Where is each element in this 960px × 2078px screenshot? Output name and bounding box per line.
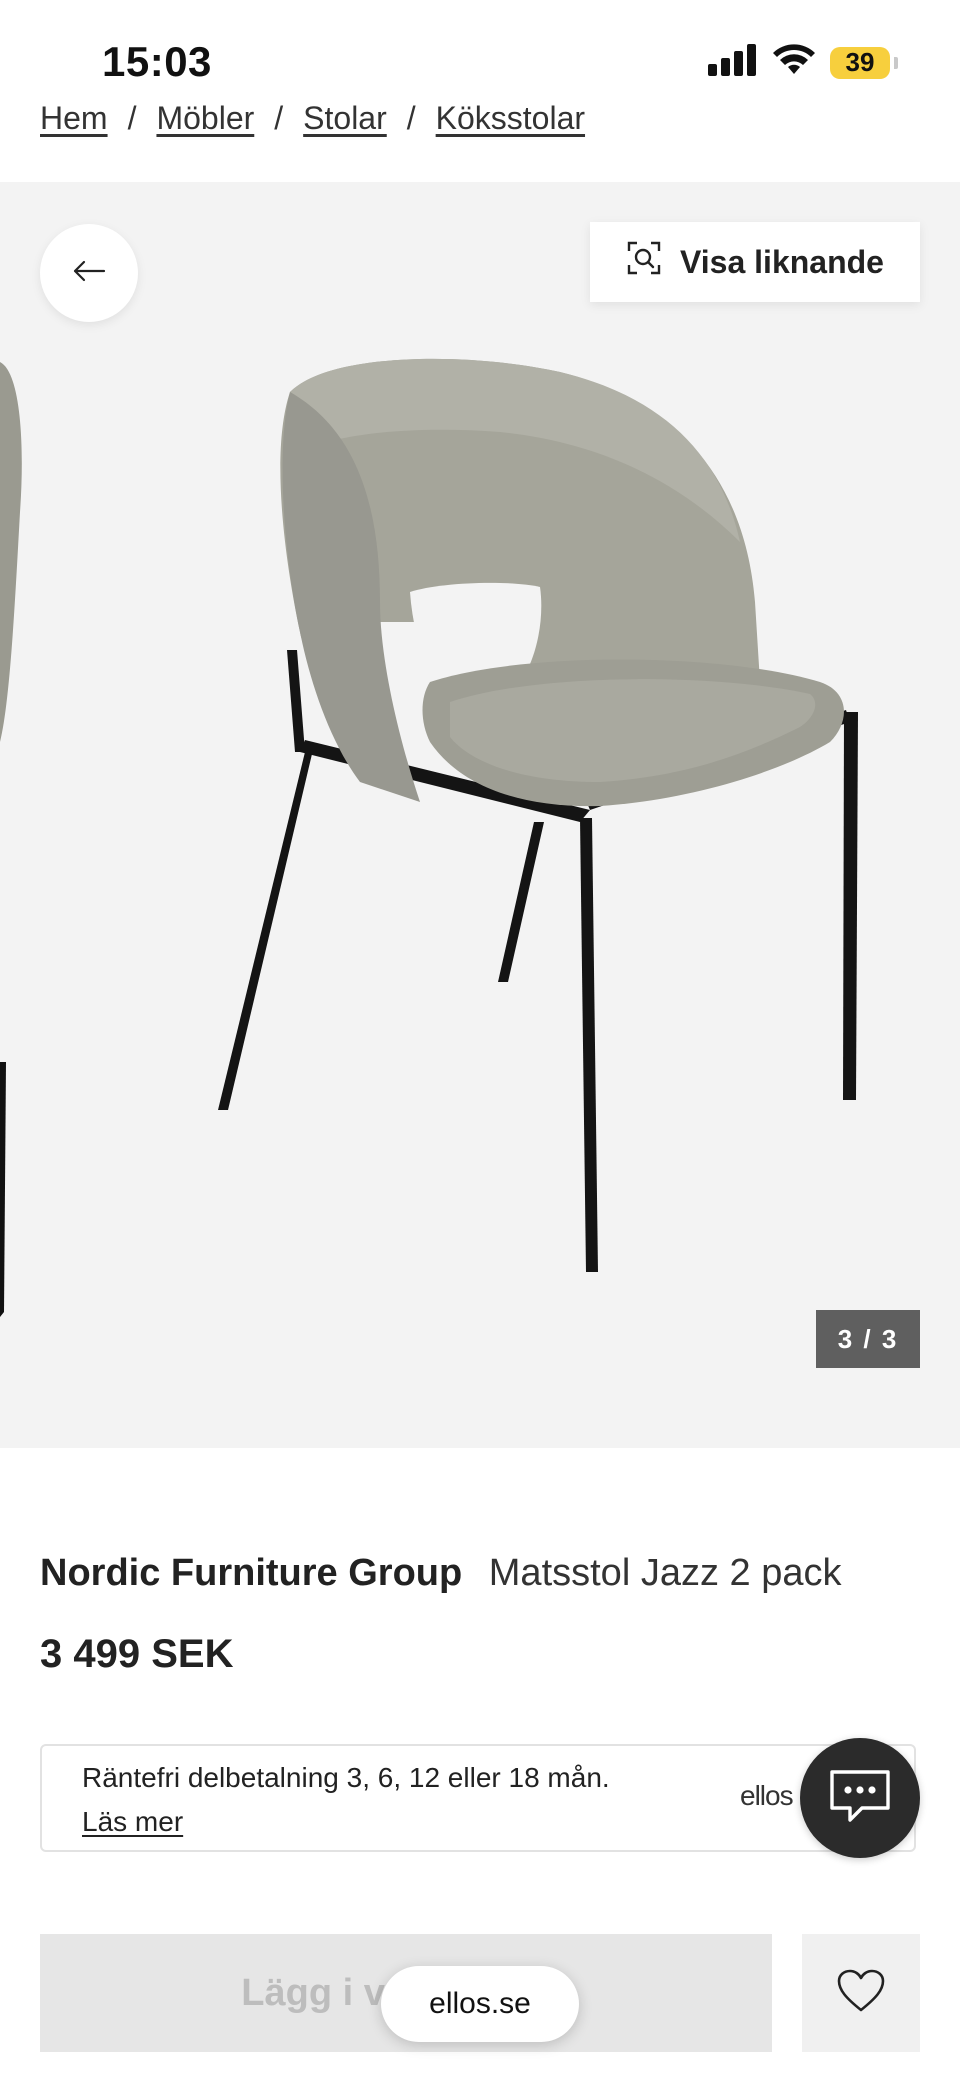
breadcrumb: Hem / Möbler / Stolar / Köksstolar	[40, 100, 585, 137]
show-similar-button[interactable]: Visa liknande	[590, 222, 920, 302]
status-icons: 39	[708, 44, 898, 81]
breadcrumb-chairs[interactable]: Stolar	[303, 100, 387, 137]
financing-text: Räntefri delbetalning 3, 6, 12 eller 18 …	[82, 1762, 610, 1793]
financing-banner: Räntefri delbetalning 3, 6, 12 eller 18 …	[40, 1744, 916, 1852]
browser-url-pill[interactable]: ellos.se	[381, 1966, 579, 2042]
read-more-link[interactable]: Läs mer	[82, 1806, 183, 1838]
show-similar-label: Visa liknande	[680, 243, 884, 280]
breadcrumb-home[interactable]: Hem	[40, 100, 108, 137]
product-name: Matsstol Jazz 2 pack	[488, 1552, 842, 1594]
chat-icon	[828, 1768, 892, 1829]
battery-tip	[894, 56, 898, 69]
back-button[interactable]	[40, 224, 138, 322]
breadcrumb-separator: /	[406, 100, 416, 136]
favorite-button[interactable]	[802, 1934, 920, 2052]
breadcrumb-separator: /	[127, 100, 137, 136]
arrow-left-icon	[72, 259, 106, 288]
chat-button[interactable]	[800, 1738, 920, 1858]
battery-indicator: 39	[830, 46, 890, 79]
product-price: 3 499 SEK	[40, 1632, 234, 1676]
wifi-icon	[772, 44, 816, 81]
product-brand[interactable]: Nordic Furniture Group	[40, 1552, 462, 1594]
heart-icon	[836, 1968, 886, 2019]
product-image-chair	[0, 358, 858, 1317]
product-title: Nordic Furniture Group Matsstol Jazz 2 p…	[40, 1552, 841, 1595]
status-bar: 15:03 39	[0, 0, 960, 110]
visual-search-icon	[626, 240, 662, 284]
cellular-signal-icon	[708, 44, 758, 81]
breadcrumb-furniture[interactable]: Möbler	[156, 100, 254, 137]
breadcrumb-separator: /	[274, 100, 284, 136]
ellos-logo: ellos	[740, 1780, 794, 1811]
product-image-gallery[interactable]: Visa liknande 3 / 3	[0, 182, 960, 1448]
status-time: 15:03	[102, 38, 212, 85]
image-counter: 3 / 3	[816, 1310, 920, 1368]
breadcrumb-kitchen-chairs[interactable]: Köksstolar	[436, 100, 585, 137]
